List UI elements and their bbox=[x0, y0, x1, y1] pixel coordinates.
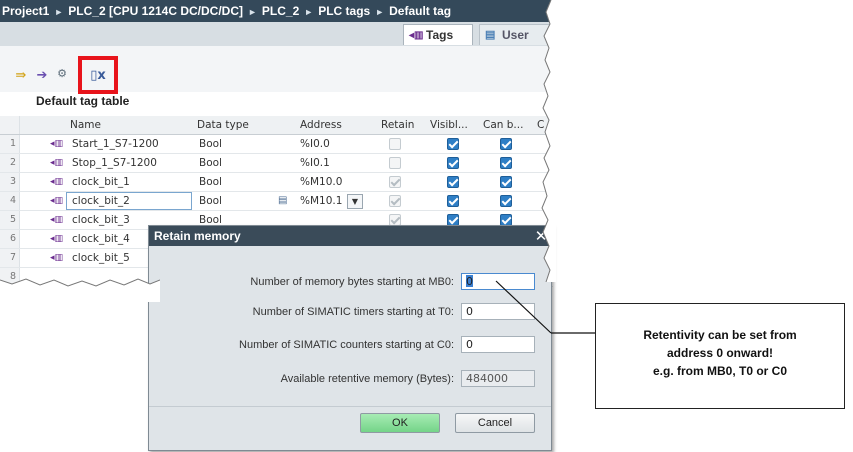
torn-edge-bottom bbox=[0, 278, 160, 302]
torn-edge-right bbox=[541, 0, 556, 282]
callout-line-1: Retentivity can be set from bbox=[643, 328, 797, 342]
info-callout: Retentivity can be set from address 0 on… bbox=[595, 303, 845, 409]
callout-line-3: e.g. from MB0, T0 or C0 bbox=[652, 364, 788, 378]
callout-line-2: address 0 onward! bbox=[666, 346, 774, 360]
